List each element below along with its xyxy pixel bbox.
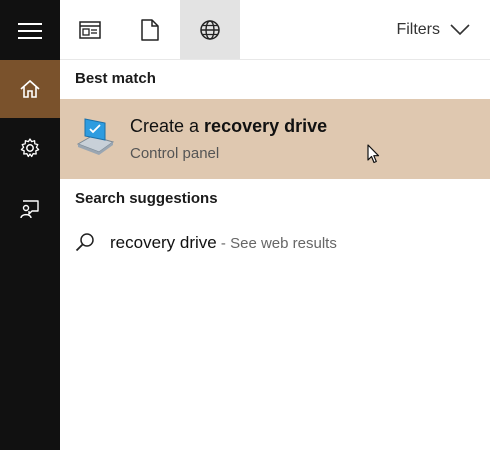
feedback-icon xyxy=(20,200,39,219)
search-suggestions-heading: Search suggestions xyxy=(75,190,218,207)
mouse-cursor-icon xyxy=(367,144,380,164)
globe-icon xyxy=(200,19,220,40)
tab-apps[interactable] xyxy=(60,0,120,59)
best-match-title-prefix: Create a xyxy=(130,116,205,136)
sidebar xyxy=(0,0,60,450)
best-match-title: Create a recovery drive xyxy=(130,116,327,137)
best-match-heading: Best match xyxy=(75,70,156,87)
hamburger-menu-button[interactable] xyxy=(0,2,60,60)
feedback-button[interactable] xyxy=(0,180,60,238)
top-bar: Filters xyxy=(60,0,490,60)
best-match-result[interactable]: Create a recovery drive Control panel xyxy=(60,99,490,179)
filters-dropdown[interactable]: Filters xyxy=(396,0,470,59)
gear-icon xyxy=(20,138,40,158)
suggestion-hint: - See web results xyxy=(216,235,337,252)
apps-icon xyxy=(79,20,101,39)
chevron-down-icon xyxy=(450,23,470,35)
tab-documents[interactable] xyxy=(120,0,180,59)
suggestion-query: recovery drive xyxy=(110,233,217,252)
tab-web[interactable] xyxy=(180,0,240,59)
suggestion-text: recovery drive - See web results xyxy=(110,233,337,253)
settings-button[interactable] xyxy=(0,119,60,177)
best-match-title-bold: recovery drive xyxy=(204,116,328,136)
suggestion-item[interactable]: recovery drive - See web results xyxy=(60,225,490,261)
best-match-subtitle: Control panel xyxy=(130,145,220,162)
recovery-drive-icon xyxy=(76,118,115,155)
home-icon xyxy=(20,79,40,98)
hamburger-icon xyxy=(18,23,42,39)
search-icon xyxy=(75,233,94,252)
home-button[interactable] xyxy=(0,60,60,118)
document-icon xyxy=(141,18,159,41)
filters-label: Filters xyxy=(396,20,440,38)
